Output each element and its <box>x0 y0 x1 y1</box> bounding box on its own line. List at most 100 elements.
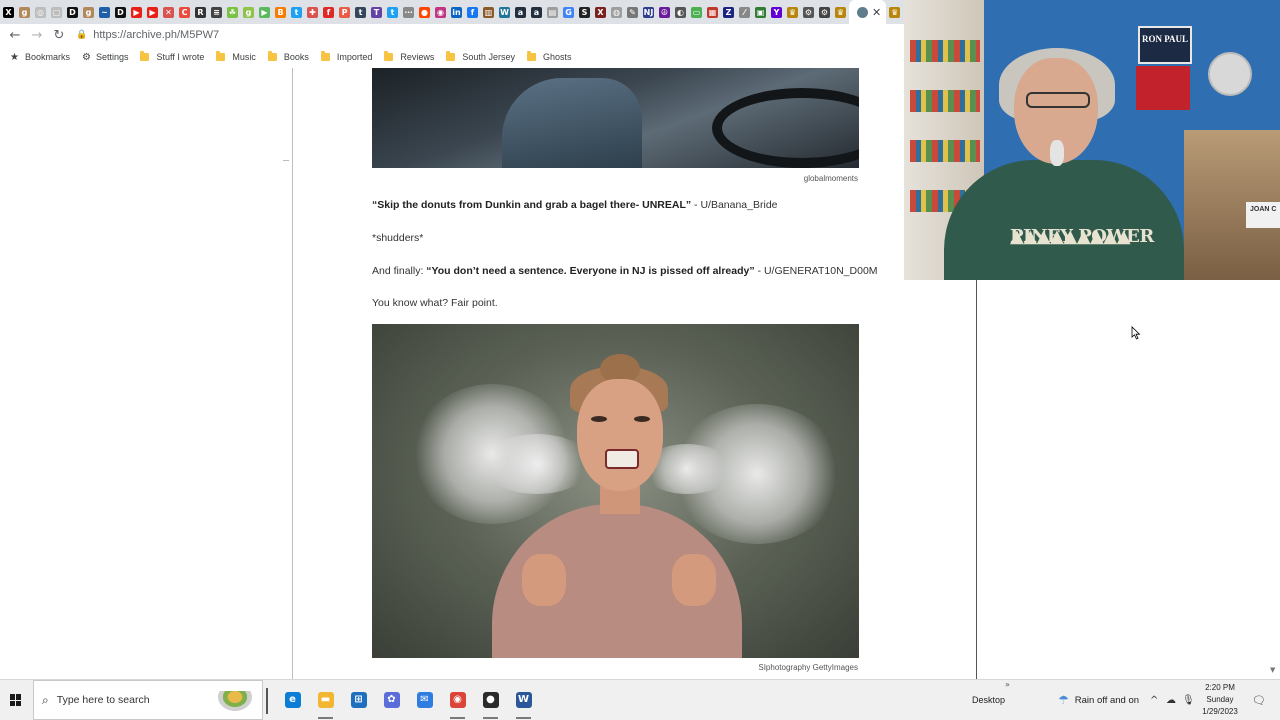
play-icon[interactable]: ▶ <box>259 6 270 18</box>
taskbar: ⌕ Type here to search e ▬ ⊞ ✿ ✉ ◉ ● W Desktop »… <box>0 679 1280 720</box>
bookmark-folder[interactable]: Stuff I wrote <box>136 51 204 62</box>
flipboard-icon[interactable]: f <box>323 6 334 18</box>
imdb-icon[interactable]: D <box>67 6 78 18</box>
crown-icon[interactable]: ♛ <box>835 6 846 18</box>
left-dash <box>283 160 289 161</box>
crown-icon[interactable]: ♛ <box>889 6 901 18</box>
slash-icon[interactable]: ⁄ <box>739 6 750 18</box>
amazon-icon[interactable]: a <box>531 6 542 18</box>
google-icon[interactable]: G <box>563 6 574 18</box>
edge-app-button[interactable]: e <box>276 680 309 720</box>
network-icon[interactable]: ☁ <box>1166 680 1176 720</box>
scroll-down-arrow[interactable]: ▼ <box>1270 666 1275 674</box>
linkedin-icon[interactable]: in <box>451 6 462 18</box>
refresh-icon[interactable]: C <box>179 6 190 18</box>
nj-icon[interactable]: NJ <box>643 6 654 18</box>
taskbar-separator <box>266 688 268 714</box>
gift-icon[interactable]: ✚ <box>307 6 318 18</box>
twitter-icon[interactable]: t <box>387 6 398 18</box>
file-explorer-app-button[interactable]: ▬ <box>309 680 342 720</box>
rotten-icon[interactable]: R <box>195 6 206 18</box>
dots-icon[interactable]: ⋯ <box>403 6 414 18</box>
tumblr-icon[interactable]: t <box>355 6 366 18</box>
blogger-icon[interactable]: B <box>275 6 286 18</box>
start-button[interactable] <box>0 680 32 720</box>
youtube-icon[interactable]: ▶ <box>147 6 158 18</box>
instagram-icon[interactable]: ◉ <box>435 6 446 18</box>
weather-widget[interactable]: ☂ Rain off and on <box>1058 680 1139 720</box>
notification-icon[interactable]: 🗨 <box>1250 680 1268 720</box>
chrome-app-button[interactable]: ◉ <box>441 680 474 720</box>
bookmark-folder[interactable]: Reviews <box>380 51 434 62</box>
x-icon[interactable]: X <box>3 6 14 18</box>
pen-icon[interactable]: ✎ <box>627 6 638 18</box>
patreon-icon[interactable]: P <box>339 6 350 18</box>
chevron-icon[interactable]: » <box>1005 680 1010 689</box>
taskbar-apps: e ▬ ⊞ ✿ ✉ ◉ ● W <box>276 680 540 720</box>
bookmarks-button[interactable]: ★ Bookmarks <box>10 52 70 63</box>
goodreads-icon[interactable]: g <box>19 6 30 18</box>
active-tab[interactable]: ✕ <box>849 0 887 24</box>
gray-circle-icon[interactable]: ◍ <box>611 6 622 18</box>
reload-button[interactable]: ↻ <box>48 28 70 43</box>
webcam-overlay: RON PAUL ▲▲▲▲▲▲▲▲▲ PINEY POWER JOAN C <box>904 0 1280 280</box>
settings-bookmark[interactable]: ⚙ Settings <box>82 52 129 63</box>
youtube-icon[interactable]: ▶ <box>131 6 142 18</box>
wave-icon[interactable]: ~ <box>99 6 110 18</box>
store-app-button[interactable]: ⊞ <box>342 680 375 720</box>
obs-app-button[interactable]: ● <box>474 680 507 720</box>
gallery-icon[interactable]: ▣ <box>755 6 766 18</box>
grid-icon[interactable]: ▦ <box>707 6 718 18</box>
close-icon[interactable]: ✕ <box>872 6 881 19</box>
red-x-icon[interactable]: X <box>595 6 606 18</box>
z-icon[interactable]: Z <box>723 6 734 18</box>
bookmark-folder-label: Books <box>283 52 309 62</box>
folder-icon <box>267 51 277 61</box>
settings-icon[interactable]: ⚙ <box>803 6 814 18</box>
chart-icon[interactable]: ▤ <box>547 6 558 18</box>
microphone-icon[interactable]: 🎙 <box>1182 680 1195 720</box>
taskbar-search[interactable]: ⌕ Type here to search <box>33 680 263 720</box>
reddit-icon[interactable]: ● <box>419 6 430 18</box>
bookmark-folder[interactable]: Music <box>212 51 256 62</box>
word-app-button[interactable]: W <box>507 680 540 720</box>
bookmark-folder[interactable]: Ghosts <box>523 51 571 62</box>
circle-icon[interactable]: ◎ <box>35 6 46 18</box>
desktop-toolbar[interactable]: Desktop <box>972 680 1005 720</box>
star-icon: ★ <box>10 51 19 63</box>
list-icon[interactable]: ≡ <box>211 6 222 18</box>
minus-icon[interactable]: ▭ <box>691 6 702 18</box>
mail-app-button[interactable]: ✉ <box>408 680 441 720</box>
quote-author: - U/GENERAT10N_D00M <box>754 265 878 277</box>
page-icon[interactable]: ▢ <box>51 6 62 18</box>
crown-icon[interactable]: ♛ <box>787 6 798 18</box>
goodreads-icon[interactable]: g <box>243 6 254 18</box>
imdb-icon[interactable]: D <box>115 6 126 18</box>
amazon-icon[interactable]: a <box>515 6 526 18</box>
photos-app-button[interactable]: ✿ <box>375 680 408 720</box>
wordpress-icon[interactable]: W <box>499 6 510 18</box>
address-bar[interactable]: 🔒 https://archive.ph/M5PW7 <box>76 29 219 41</box>
tv-icon[interactable]: T <box>371 6 382 18</box>
edge-icon: e <box>284 692 301 708</box>
gear-icon[interactable]: ⚙ <box>819 6 830 18</box>
bookmark-folder[interactable]: South Jersey <box>442 51 515 62</box>
bookmark-folder[interactable]: Books <box>264 51 309 62</box>
clock[interactable]: 2:20 PM Sunday 1/29/2023 <box>1196 682 1244 718</box>
crossed-icon[interactable]: ✕ <box>163 6 174 18</box>
yahoo-icon[interactable]: Y <box>771 6 782 18</box>
tray-overflow-icon[interactable]: ^ <box>1150 680 1158 720</box>
clock-date: 1/29/2023 <box>1202 707 1238 716</box>
twitter-icon[interactable]: t <box>291 6 302 18</box>
bookmark-folder[interactable]: Imported <box>317 51 372 62</box>
globe-icon[interactable]: ◐ <box>675 6 686 18</box>
back-button[interactable]: ← <box>4 28 26 43</box>
s-icon[interactable]: S <box>579 6 590 18</box>
goodreads-icon[interactable]: g <box>83 6 94 18</box>
facebook-icon[interactable]: f <box>467 6 478 18</box>
leaf-icon[interactable]: ☘ <box>227 6 238 18</box>
gear-icon: ⚙ <box>81 51 91 63</box>
peace-icon[interactable]: ☮ <box>659 6 670 18</box>
forward-button[interactable]: → <box>26 28 48 43</box>
book-icon[interactable]: ▥ <box>483 6 494 18</box>
